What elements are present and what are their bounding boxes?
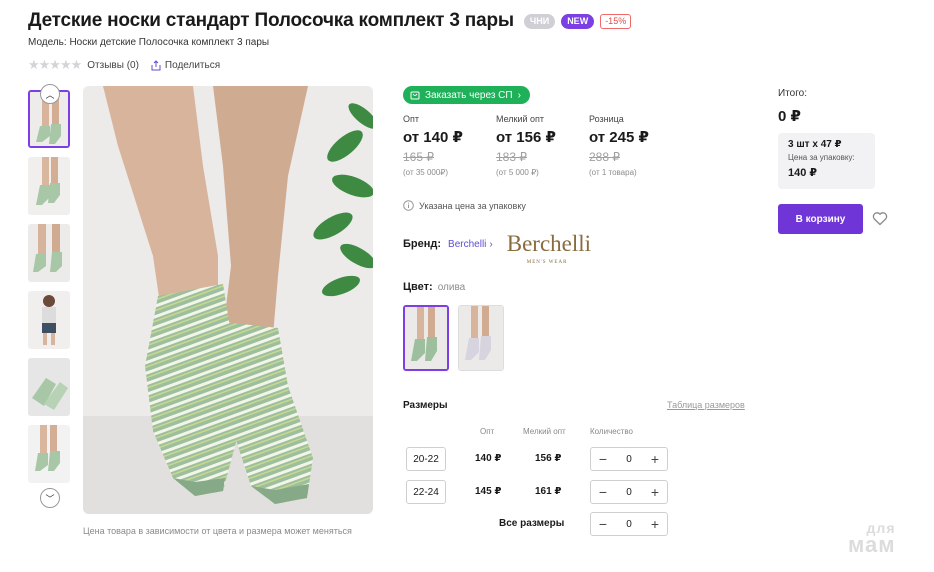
all-sizes-stepper: − 0 + — [590, 512, 668, 536]
price-old: 165 ₽ — [403, 150, 434, 164]
pack-price-label: Цена за упаковку: — [788, 153, 855, 162]
info-icon — [403, 200, 414, 211]
badge-discount: -15% — [600, 13, 632, 29]
pack-count: 3 шт х 47 ₽ — [788, 139, 842, 150]
swatch-grey[interactable] — [458, 305, 504, 371]
price-main: от 245 ₽ — [589, 129, 649, 146]
quantity-stepper: − 0 + — [590, 480, 668, 504]
color-row: Цвет: олива — [403, 281, 465, 293]
size-row: 20-22 — [406, 447, 446, 471]
share-button[interactable]: Поделиться — [151, 60, 220, 71]
meta-row: ★★★★★ Отзывы (0) Поделиться — [28, 57, 220, 73]
col-header-qty: Количество — [590, 427, 633, 436]
color-swatches — [403, 305, 504, 371]
plus-icon[interactable]: + — [649, 517, 661, 531]
pack-note-text: Указана цена за упаковку — [419, 200, 526, 211]
price-note: (от 1 товара) — [589, 168, 637, 177]
chevron-right-icon: › — [489, 238, 493, 250]
order-sp-label: Заказать через СП — [425, 89, 513, 101]
size-table-link[interactable]: Таблица размеров — [667, 400, 745, 410]
rating-stars-icon: ★★★★★ — [28, 57, 82, 72]
brand-row: Бренд: Berchelli › Berchelli MEN'S WEAR — [403, 232, 591, 265]
product-title: Детские носки стандарт Полосочка комплек… — [28, 10, 514, 31]
chevron-right-icon: › — [517, 89, 521, 101]
chevron-up-icon: ︿ — [45, 89, 55, 100]
all-sizes-label: Все размеры — [499, 518, 565, 529]
pack-price-note: Указана цена за упаковку — [403, 200, 526, 211]
size-opt-price: 145 ₽ — [475, 486, 502, 497]
brand-label: Бренд: — [403, 238, 442, 250]
heart-icon[interactable] — [872, 211, 888, 226]
price-main: от 156 ₽ — [496, 129, 556, 146]
thumbnail[interactable] — [28, 425, 70, 483]
price-small-opt: Мелкий опт от 156 ₽ 183 ₽ (от 5 000 ₽) — [496, 114, 589, 177]
watermark-line2: мам — [848, 532, 896, 557]
total-value: 0 ₽ — [778, 108, 801, 125]
thumbs-up-button[interactable]: ︿ — [40, 84, 60, 104]
model-line: Модель: Носки детские Полосочка комплект… — [28, 37, 270, 48]
thumbnail-strip — [28, 90, 72, 492]
price-retail: Розница от 245 ₽ 288 ₽ (от 1 товара) — [589, 114, 682, 177]
minus-icon[interactable]: − — [597, 452, 609, 466]
share-label: Поделиться — [164, 59, 221, 71]
watermark-logo: для мам — [848, 520, 896, 558]
minus-icon[interactable]: − — [597, 485, 609, 499]
plus-icon[interactable]: + — [649, 485, 661, 499]
col-header-small-opt: Мелкий опт — [523, 427, 566, 436]
sizes-title: Размеры — [403, 400, 448, 411]
color-label: Цвет: — [403, 281, 433, 293]
price-old: 288 ₽ — [589, 150, 620, 164]
thumbnail[interactable] — [28, 358, 70, 416]
price-label: Опт — [403, 114, 419, 124]
price-note: (от 35 000₽) — [403, 168, 449, 177]
add-to-cart-button[interactable]: В корзину — [778, 204, 863, 234]
swatch-olive[interactable] — [403, 305, 449, 371]
price-label: Мелкий опт — [496, 114, 545, 124]
badge-new: NEW — [561, 13, 595, 29]
size-small-price: 156 ₽ — [535, 453, 562, 464]
price-note: (от 5 000 ₽) — [496, 168, 539, 177]
share-icon — [151, 59, 161, 70]
size-small-price: 161 ₽ — [535, 486, 562, 497]
size-row: 22-24 — [406, 480, 446, 504]
reviews-link[interactable]: Отзывы (0) — [87, 60, 139, 71]
thumbnail[interactable] — [28, 224, 70, 282]
badge-chni: ЧНИ — [523, 13, 556, 29]
minus-icon[interactable]: − — [597, 517, 609, 531]
size-label: 22-24 — [406, 480, 446, 504]
quantity-stepper: − 0 + — [590, 447, 668, 471]
pack-info-box: 3 шт х 47 ₽ Цена за упаковку: 140 ₽ — [778, 133, 875, 189]
main-product-photo[interactable] — [83, 86, 373, 514]
size-label: 20-22 — [406, 447, 446, 471]
thumbnail[interactable] — [28, 291, 70, 349]
brand-logo-sub: MEN'S WEAR — [526, 260, 568, 265]
size-opt-price: 140 ₽ — [475, 453, 502, 464]
brand-link[interactable]: Berchelli — [448, 239, 486, 250]
quantity-value[interactable]: 0 — [626, 519, 632, 530]
thumbnail[interactable] — [28, 157, 70, 215]
thumbs-down-button[interactable]: ﹀ — [40, 488, 60, 508]
color-value: олива — [437, 282, 466, 293]
price-columns: Опт от 140 ₽ 165 ₽ (от 35 000₽) Мелкий о… — [403, 114, 682, 177]
price-main: от 140 ₽ — [403, 129, 463, 146]
title-row: Детские носки стандарт Полосочка комплек… — [28, 10, 632, 32]
pack-price-value: 140 ₽ — [788, 167, 818, 179]
brand-logo[interactable]: Berchelli MEN'S WEAR — [507, 232, 591, 265]
cart-icon — [410, 91, 420, 100]
price-opt: Опт от 140 ₽ 165 ₽ (от 35 000₽) — [403, 114, 496, 177]
price-old: 183 ₽ — [496, 150, 527, 164]
col-header-opt: Опт — [480, 427, 495, 436]
photo-caption: Цена товара в зависимости от цвета и раз… — [83, 526, 352, 536]
total-label: Итого: — [778, 88, 807, 99]
quantity-value[interactable]: 0 — [626, 454, 632, 465]
plus-icon[interactable]: + — [649, 452, 661, 466]
price-label: Розница — [589, 114, 624, 124]
quantity-value[interactable]: 0 — [626, 487, 632, 498]
order-sp-button[interactable]: Заказать через СП › — [403, 86, 530, 104]
chevron-down-icon: ﹀ — [45, 493, 55, 504]
